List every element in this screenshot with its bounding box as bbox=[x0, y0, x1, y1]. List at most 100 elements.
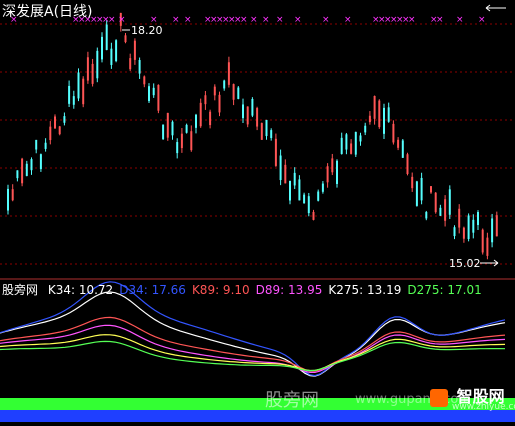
candle-body bbox=[401, 140, 404, 158]
watermark-left: 股旁网 bbox=[265, 390, 319, 411]
watermark-logo-url-text: www.zhiyue.com bbox=[452, 402, 515, 412]
candle-body bbox=[110, 48, 113, 65]
candle-body bbox=[274, 138, 277, 166]
candle-body bbox=[298, 179, 301, 201]
candle-body bbox=[260, 123, 263, 140]
candle-body bbox=[383, 107, 385, 134]
candle-body bbox=[209, 111, 212, 126]
candle-body bbox=[415, 181, 418, 206]
candle-body bbox=[495, 215, 498, 237]
candle-body bbox=[312, 211, 315, 220]
signal-marker: × bbox=[262, 15, 270, 25]
candle-body bbox=[477, 212, 479, 225]
candle-body bbox=[190, 131, 193, 151]
indicator-name: 股旁网 bbox=[2, 283, 39, 297]
candle-body bbox=[430, 186, 432, 193]
candle-body bbox=[406, 154, 409, 174]
watermark-text: 股旁网 bbox=[265, 386, 319, 412]
candle-body bbox=[82, 78, 85, 105]
candle-body bbox=[336, 160, 338, 184]
candle-body bbox=[7, 188, 9, 211]
signal-marker: × bbox=[276, 15, 284, 25]
signal-marker: × bbox=[108, 15, 116, 25]
candle-body bbox=[101, 36, 103, 60]
candle-body bbox=[204, 95, 207, 105]
max-price-label: 18.20 bbox=[131, 24, 163, 37]
candle-body bbox=[180, 133, 183, 149]
candle-body bbox=[411, 176, 414, 189]
candle-body bbox=[129, 58, 132, 70]
candle-body bbox=[124, 35, 127, 43]
watermark-logo-url: www.zhiyue.com bbox=[452, 402, 515, 412]
candle-body bbox=[289, 180, 291, 201]
candle-body bbox=[354, 131, 357, 155]
signal-marker: × bbox=[294, 15, 302, 25]
candle-body bbox=[49, 126, 52, 141]
candle-body bbox=[30, 159, 33, 171]
candle-body bbox=[16, 170, 19, 179]
candle-body bbox=[63, 116, 66, 123]
candle-body bbox=[397, 139, 400, 148]
candle-body bbox=[199, 102, 202, 127]
candle-body bbox=[420, 177, 423, 201]
candle-body bbox=[195, 114, 197, 128]
candle-body bbox=[265, 119, 268, 137]
indicator-k34: K34: 10.72 bbox=[47, 283, 114, 297]
candle-body bbox=[321, 183, 324, 192]
signal-marker: × bbox=[118, 15, 126, 25]
candle-body bbox=[246, 106, 249, 125]
candle-body bbox=[227, 62, 230, 85]
candle-body bbox=[458, 208, 461, 228]
candle-body bbox=[185, 124, 188, 133]
signal-marker: × bbox=[322, 15, 330, 25]
candle-body bbox=[491, 218, 494, 243]
candle-body bbox=[368, 115, 371, 123]
candle-body bbox=[96, 50, 99, 79]
indicator-k89: K89: 9.10 bbox=[191, 283, 250, 297]
signal-marker: × bbox=[184, 15, 192, 25]
candle-body bbox=[350, 143, 353, 154]
signal-marker: × bbox=[478, 15, 486, 25]
candle-body bbox=[425, 212, 428, 219]
candle-body bbox=[157, 84, 160, 111]
candle-body bbox=[307, 196, 310, 214]
candle-body bbox=[472, 219, 475, 233]
candle-body bbox=[359, 135, 362, 142]
candle-body bbox=[439, 207, 442, 216]
signal-marker: × bbox=[240, 15, 248, 25]
candle-body bbox=[378, 100, 381, 128]
chart-title: 深发展A(日线) bbox=[2, 4, 93, 20]
stock-chart[interactable]: × ××××××× × × × × ××××××× × × × × × × ××××××× ×× × ×18.2… bbox=[0, 0, 515, 422]
candle-body bbox=[232, 84, 235, 100]
candle-body bbox=[364, 125, 367, 133]
candle-body bbox=[467, 215, 470, 240]
indicator-d89: D89: 13.95 bbox=[255, 283, 323, 297]
candle-body bbox=[223, 80, 226, 89]
candle-body bbox=[345, 134, 348, 150]
candle-body bbox=[434, 192, 437, 213]
candle-body bbox=[453, 227, 456, 237]
candle-body bbox=[115, 40, 118, 62]
signal-marker: × bbox=[344, 15, 352, 25]
chart-stage: × × × × × × × × × × × × × × × × × × × × × × × × × × × × × × × × × × × × 18.2… bbox=[0, 0, 515, 422]
candle-body bbox=[326, 166, 329, 183]
candle-body bbox=[162, 124, 165, 140]
candle-body bbox=[462, 227, 465, 239]
candle-body bbox=[152, 87, 155, 96]
candle-body bbox=[138, 60, 141, 74]
candle-body bbox=[251, 99, 254, 116]
candle-body bbox=[387, 107, 390, 122]
candle-body bbox=[218, 94, 221, 113]
candle-body bbox=[373, 95, 376, 119]
signal-marker: × bbox=[408, 15, 416, 25]
candle-body bbox=[176, 142, 179, 154]
signal-marker: × bbox=[172, 15, 180, 25]
candle-body bbox=[68, 85, 71, 104]
candle-body bbox=[340, 137, 343, 154]
candle-body bbox=[143, 76, 146, 85]
candle-body bbox=[237, 87, 240, 99]
indicator-k275: K275: 13.19 bbox=[328, 283, 402, 297]
candle-body bbox=[25, 163, 28, 176]
candle-body bbox=[44, 142, 47, 149]
indicator-d275: D275: 17.01 bbox=[407, 283, 482, 297]
